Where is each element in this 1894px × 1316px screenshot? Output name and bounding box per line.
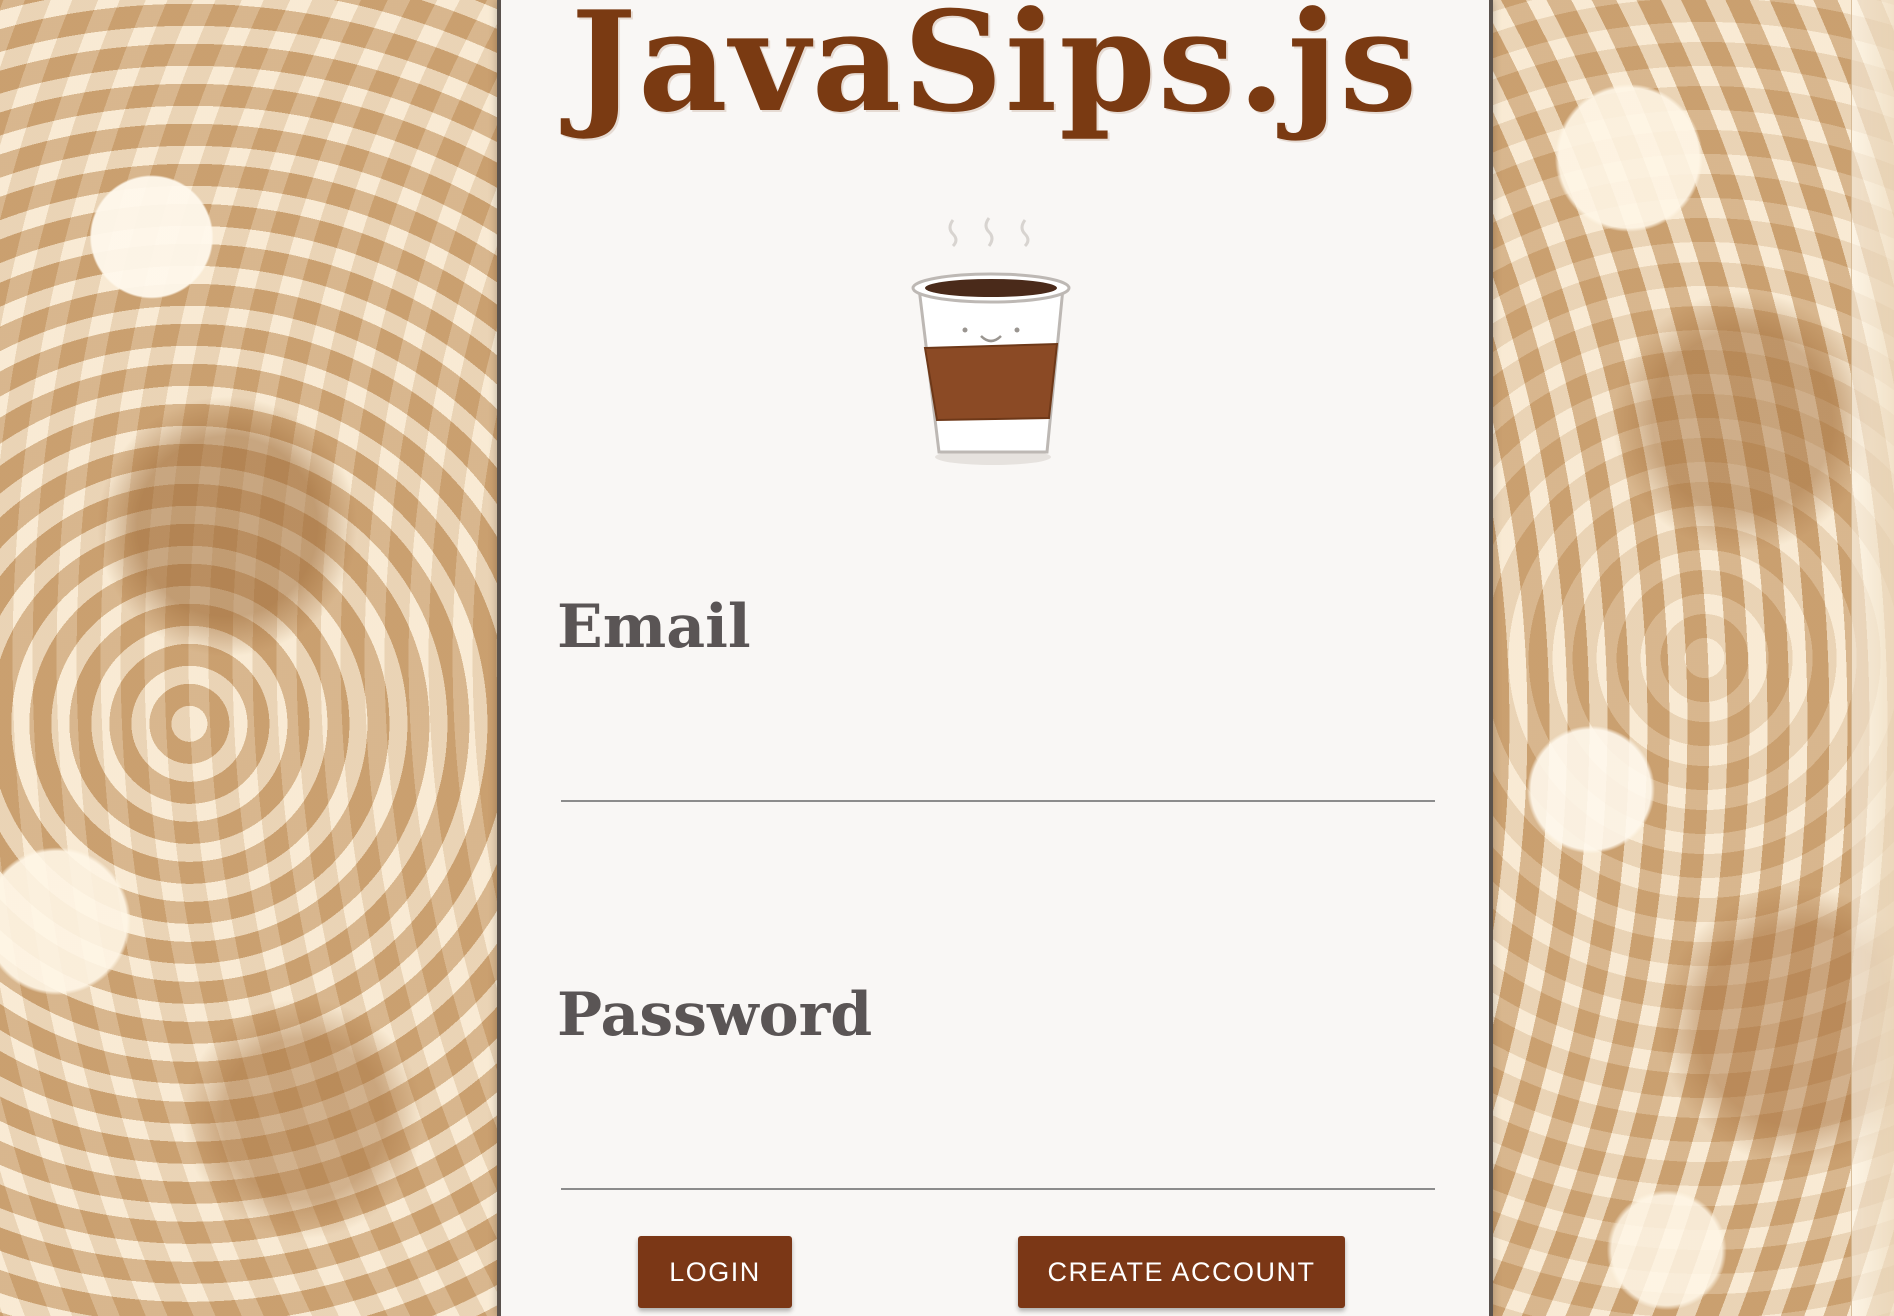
password-label: Password	[557, 980, 873, 1050]
coffee-cup-icon	[911, 217, 1071, 465]
background-edge	[1851, 0, 1894, 1316]
create-account-button[interactable]: CREATE ACCOUNT	[1018, 1236, 1345, 1308]
login-panel: JavaSips.js Email Password LOGIN CREATE …	[497, 0, 1493, 1316]
password-field[interactable]	[561, 1128, 1435, 1190]
app-title: JavaSips.js	[570, 0, 1420, 143]
email-field[interactable]	[561, 740, 1435, 802]
email-label: Email	[557, 592, 751, 662]
login-button[interactable]: LOGIN	[638, 1236, 792, 1308]
